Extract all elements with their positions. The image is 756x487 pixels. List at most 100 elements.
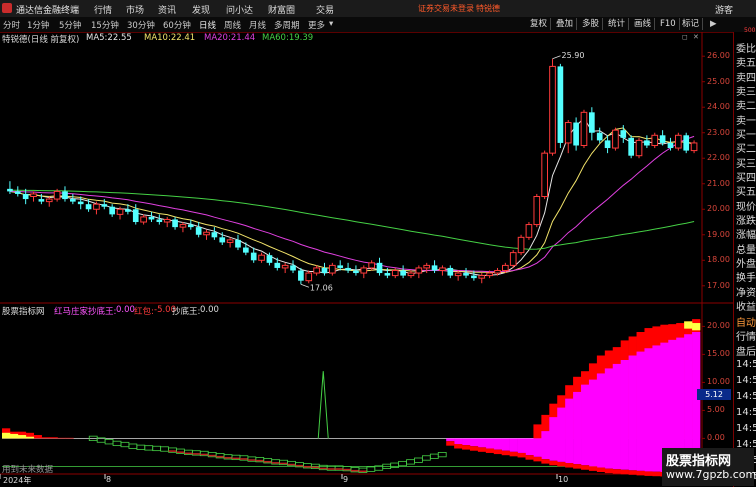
kline-y-tick-label: 20.00 (707, 204, 730, 214)
green-step (120, 441, 130, 448)
x-label-oct: 10 (558, 475, 569, 484)
magenta-bar (469, 438, 479, 447)
green-step (144, 445, 154, 451)
candle-body (400, 270, 406, 276)
green-step (128, 443, 138, 449)
green-step (421, 455, 431, 461)
red-under-bar (525, 455, 534, 460)
yellow-bar (17, 435, 27, 439)
candle-body (564, 122, 572, 144)
red-step-line (239, 458, 248, 460)
green-step (398, 460, 407, 467)
ma10-line (9, 127, 695, 273)
candle-body (30, 193, 37, 198)
watermark-url: www.7gpzb.com (666, 468, 756, 481)
red-step-line (295, 464, 304, 467)
quote-panel-label: 卖四 (736, 73, 756, 84)
indicator-y-tick-label: 10.00 (707, 377, 730, 387)
candle-body (337, 265, 344, 268)
kline-y-tick-label: 23.00 (707, 127, 730, 137)
red-under-bar (644, 471, 653, 476)
kline-y-tick-label: 17.00 (707, 280, 730, 290)
red-bar (41, 437, 50, 439)
quote-panel-label: 外盘 (736, 259, 756, 270)
magenta-bar (541, 431, 550, 460)
candle-body (211, 232, 218, 238)
magenta-bar (652, 345, 661, 472)
candle-body (463, 273, 469, 276)
quote-panel-label: 14:56 (736, 423, 756, 434)
candle-body (549, 65, 556, 154)
candle-body (620, 130, 627, 138)
candle-body (45, 198, 53, 203)
red-under-bar (636, 470, 645, 476)
red-under-bar (573, 464, 582, 469)
red-under-bar (604, 468, 614, 474)
magenta-bar (493, 438, 503, 450)
candle-body (163, 218, 171, 223)
quote-panel-label: 14:56 (736, 359, 756, 370)
candle-body (62, 191, 68, 200)
candle-body (226, 239, 234, 243)
red-step-line (343, 468, 351, 471)
candle-body (589, 112, 595, 133)
watermark: 股票指标网 www.7gpzb.com (662, 448, 756, 486)
kline-chart[interactable]: 25.90 17.06 (0, 0, 733, 487)
red-under-bar (581, 465, 590, 470)
candle-body (187, 224, 194, 228)
magenta-bar (454, 438, 463, 444)
candle-body (132, 209, 139, 223)
magenta-bar (620, 360, 629, 470)
quote-panel-label: 卖二 (736, 101, 756, 112)
red-bar (49, 437, 58, 439)
candle-body (478, 275, 486, 279)
magenta-bar (612, 363, 621, 470)
quote-panel-label[interactable]: 盘后 (736, 343, 756, 358)
red-under-bar (477, 447, 487, 452)
candle-body (313, 267, 320, 274)
green-step (437, 451, 447, 458)
green-step (136, 444, 146, 450)
candle-body (667, 142, 674, 149)
candle-body (644, 140, 650, 146)
red-under-bar (533, 456, 542, 462)
red-under-bar (588, 466, 598, 471)
magenta-bar (604, 368, 614, 469)
candle-body (376, 262, 383, 274)
quote-panel-label[interactable]: 行情 (736, 328, 756, 343)
red-under-bar (517, 452, 526, 458)
red-step-line (279, 462, 288, 465)
high-label: 25.90 (562, 51, 585, 60)
candle-body (353, 270, 359, 274)
candle-body (407, 272, 415, 277)
red-under-bar (462, 445, 471, 450)
kline-y-tick-label: 21.00 (707, 178, 730, 188)
red-step-line (311, 466, 320, 469)
candle-body (321, 267, 328, 274)
candle-body (612, 129, 619, 149)
quote-panel-label: 14:56 (736, 407, 756, 418)
candle-body (125, 209, 131, 212)
red-under-bar (493, 449, 503, 455)
green-step (152, 445, 162, 452)
indicator-y-tick-label: 20.00 (707, 321, 730, 331)
candle-body (258, 254, 265, 261)
red-step-line (303, 466, 312, 468)
future-data-note: 用到未来数据 (2, 465, 54, 475)
candle-body (454, 272, 462, 277)
magenta-bar (549, 417, 558, 461)
candle-body (541, 152, 548, 198)
candle-body (447, 267, 454, 276)
candle-body (305, 272, 313, 282)
quote-panel-label: 涨跌 (736, 216, 756, 227)
candle-body (101, 204, 108, 207)
quote-panel-label: 委比 (736, 44, 756, 55)
candle-body (14, 191, 21, 194)
magenta-bar (573, 391, 582, 465)
candle-body (659, 135, 666, 143)
candle-body (573, 122, 579, 146)
quote-panel-label: 总量 (736, 245, 756, 256)
quote-panel-label[interactable]: 自动 (736, 314, 756, 329)
candle-body (116, 208, 124, 215)
candle-body (250, 252, 257, 261)
